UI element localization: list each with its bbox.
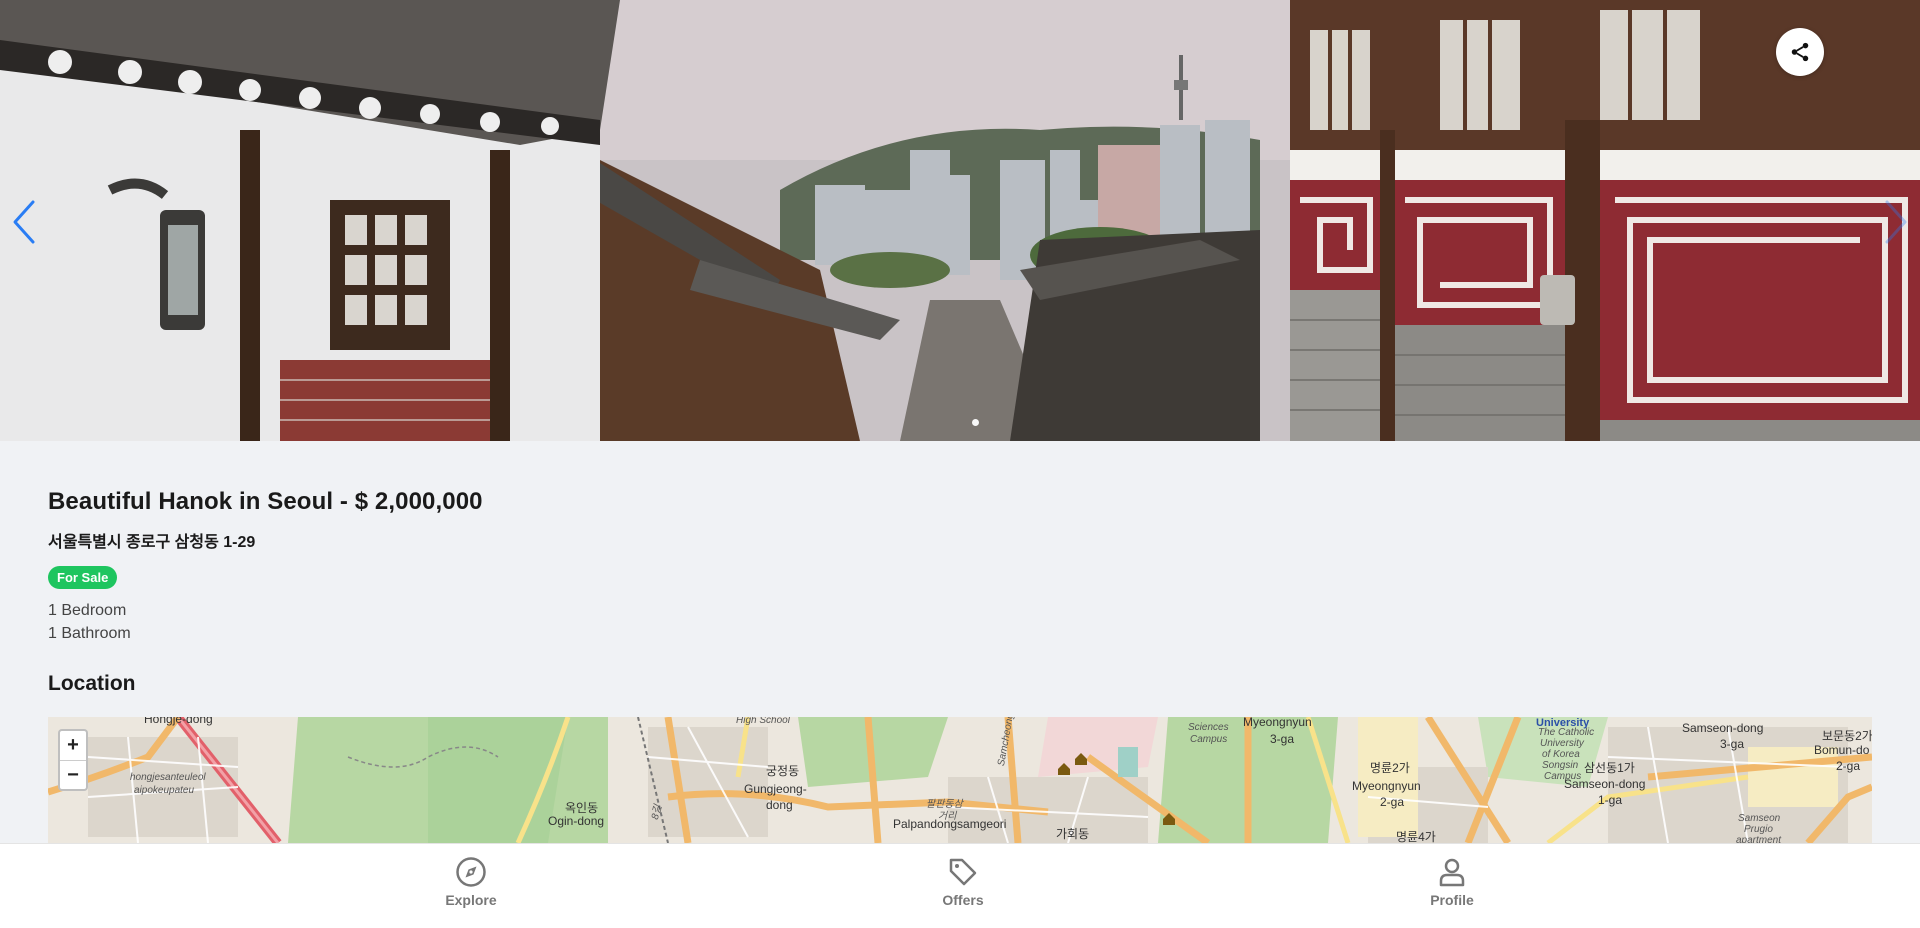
map-label: Myeongnyun xyxy=(1243,717,1312,729)
user-icon xyxy=(1439,858,1465,887)
map-zoom-control: + − xyxy=(58,729,88,791)
nav-label-profile: Profile xyxy=(1430,892,1474,908)
map-label: 삼선동1가 xyxy=(1584,761,1635,775)
map-label: of Korea xyxy=(1542,749,1580,760)
map-label: Samseon-dong xyxy=(1682,721,1764,735)
chevron-right-icon xyxy=(1885,200,1907,244)
map-label: Samseon-dong xyxy=(1564,777,1646,791)
share-icon xyxy=(1791,42,1809,62)
map-label: High School xyxy=(736,717,790,726)
map-label: University xyxy=(1540,738,1584,749)
map-label: 명륜2가 xyxy=(1370,761,1410,775)
map-label: 2-ga xyxy=(1836,759,1861,773)
nav-label-explore: Explore xyxy=(445,892,497,908)
map-label: dong xyxy=(766,798,793,812)
map-label: 2-ga xyxy=(1380,795,1405,809)
nav-item-offers[interactable]: Offers xyxy=(903,856,1023,908)
gallery-prev-button[interactable] xyxy=(4,195,44,249)
pagination-dot-active[interactable] xyxy=(972,419,979,426)
map-label: Gungjeong- xyxy=(744,782,807,796)
map-label: Prugio xyxy=(1744,824,1773,835)
map-label: 명륜4가 xyxy=(1396,830,1436,843)
listing-title: Beautiful Hanok in Seoul - $ 2,000,000 xyxy=(48,488,483,515)
bathroom-count: 1 Bathroom xyxy=(48,625,131,642)
map-label: 가회동 xyxy=(1056,827,1090,841)
compass-icon xyxy=(456,857,486,887)
gallery-pagination xyxy=(972,419,979,426)
gallery-next-button[interactable] xyxy=(1876,195,1916,249)
bottom-navigation: Explore Offers Profile xyxy=(0,843,1920,928)
share-button[interactable] xyxy=(1776,28,1824,76)
map-label: Samseon xyxy=(1738,813,1781,824)
map-label: apartment xyxy=(1736,835,1782,843)
map-label: 궁정동 xyxy=(766,764,800,778)
map-label: Bomun-do xyxy=(1814,743,1870,757)
map-label: The Catholic xyxy=(1538,727,1595,738)
nav-label-offers: Offers xyxy=(942,892,984,908)
map-label: 1-ga xyxy=(1598,793,1623,807)
status-badge: For Sale xyxy=(48,566,118,589)
map-label: 3-ga xyxy=(1720,737,1745,751)
photo-gallery[interactable] xyxy=(0,0,1920,441)
map-label: 3-ga xyxy=(1270,732,1295,746)
map-label: Sciences xyxy=(1188,722,1229,733)
map-label: hongjesanteuleol xyxy=(130,772,206,783)
listing-address: 서울특별시 종로구 삼청동 1-29 xyxy=(48,534,256,551)
map-label: Myeongnyun xyxy=(1352,779,1421,793)
nav-item-profile[interactable]: Profile xyxy=(1392,856,1512,908)
map-label: Songsin xyxy=(1542,760,1579,771)
map-label: Campus xyxy=(1190,734,1228,745)
zoom-in-button[interactable]: + xyxy=(60,731,86,760)
location-map[interactable]: Hongje-dong hongjesanteuleol aipokeupate… xyxy=(48,717,1872,843)
map-label: Palpandongsamgeori xyxy=(893,817,1007,831)
tag-icon xyxy=(949,858,977,886)
hanok-street-photo xyxy=(0,0,1920,441)
map-label: Ogin-dong xyxy=(548,814,605,828)
listing-details: Beautiful Hanok in Seoul - $ 2,000,000 서… xyxy=(48,488,1872,645)
map-label: 보문동2가 xyxy=(1822,729,1872,743)
map-label: Hongje-dong xyxy=(144,717,213,726)
nav-item-explore[interactable]: Explore xyxy=(411,856,531,908)
map-label: aipokeupateu xyxy=(134,785,195,796)
zoom-out-button[interactable]: − xyxy=(60,760,86,789)
location-heading: Location xyxy=(48,672,136,695)
listing-specs: 1 Bedroom 1 Bathroom xyxy=(48,599,1872,645)
bedroom-count: 1 Bedroom xyxy=(48,602,127,619)
chevron-left-icon xyxy=(13,200,35,244)
